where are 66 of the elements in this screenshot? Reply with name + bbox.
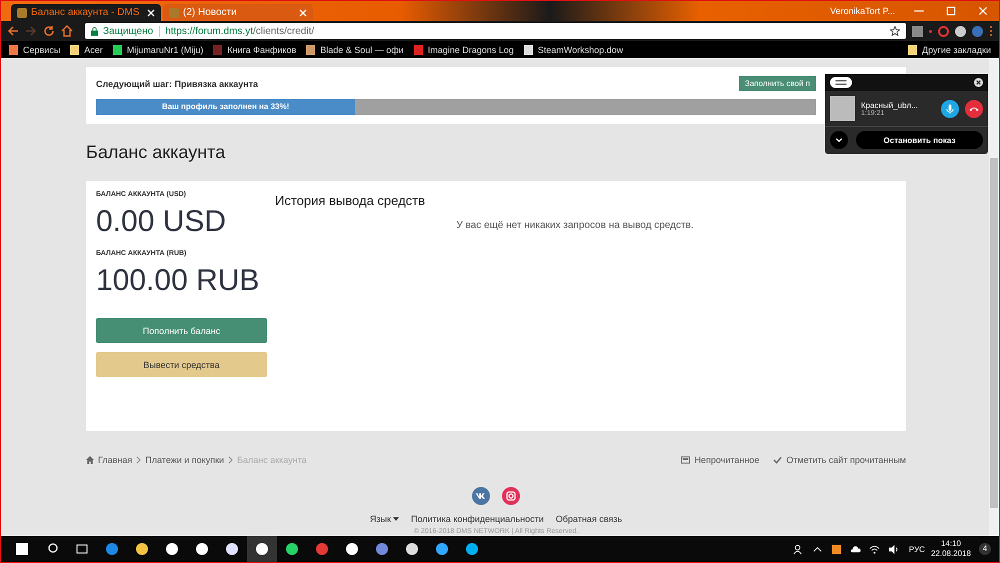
profile-name[interactable]: VeronikaTort P... bbox=[830, 6, 895, 16]
chevron-icon bbox=[136, 456, 142, 464]
caller-name: Красный_ubл... bbox=[861, 100, 919, 110]
bookmark-item[interactable]: MijumaruNr1 (Miju) bbox=[112, 44, 204, 54]
next-step-label: Следующий шаг: Привязка аккаунта bbox=[96, 78, 258, 88]
bookmark-item[interactable]: Blade & Soul — офи bbox=[306, 44, 404, 54]
people-icon[interactable] bbox=[792, 544, 804, 554]
close-icon[interactable] bbox=[974, 78, 983, 87]
avatar-placeholder bbox=[830, 96, 855, 121]
breadcrumb-link[interactable]: Главная bbox=[98, 455, 132, 465]
inbox-icon bbox=[681, 456, 690, 464]
top-up-button[interactable]: Пополнить баланс bbox=[96, 318, 267, 343]
address-field[interactable]: Защищено https://forum.dms.yt/clients/credit/ bbox=[85, 23, 906, 39]
bookmark-folder[interactable]: Другие закладки bbox=[908, 44, 991, 54]
footer-action-link[interactable]: Непрочитанное bbox=[694, 455, 760, 465]
browser-tab[interactable]: (2) Новости bbox=[163, 4, 313, 21]
footer-link[interactable]: Язык bbox=[370, 514, 399, 524]
expand-button[interactable] bbox=[830, 131, 848, 149]
back-arrow-icon[interactable] bbox=[7, 25, 19, 37]
balance-amount: 100.00 RUB bbox=[96, 263, 260, 299]
vk-icon[interactable] bbox=[472, 487, 490, 505]
favicon-icon bbox=[169, 8, 179, 18]
bookmark-item[interactable]: Imagine Dragons Log bbox=[414, 44, 514, 54]
home-icon[interactable] bbox=[61, 25, 73, 37]
notifications-button[interactable]: 4 bbox=[979, 543, 991, 555]
cloud-icon[interactable] bbox=[850, 544, 861, 554]
browser-tab[interactable]: Баланс аккаунта - DMS bbox=[11, 4, 161, 21]
favicon-icon bbox=[17, 8, 27, 18]
progress-label: Ваш профиль заполнен на 33%! bbox=[160, 101, 290, 113]
clock[interactable]: 14:10 22.08.2018 bbox=[930, 539, 971, 559]
language-indicator[interactable]: РУС bbox=[908, 544, 925, 554]
speaker-icon[interactable] bbox=[888, 544, 899, 554]
bookmark-item[interactable]: Acer bbox=[70, 44, 103, 54]
bookmark-item[interactable]: SteamWorkshop.dow bbox=[524, 44, 624, 54]
extension-icon[interactable] bbox=[912, 26, 923, 36]
download-icon[interactable] bbox=[972, 26, 983, 36]
reload-icon[interactable] bbox=[43, 25, 55, 37]
footer-action-link[interactable]: Отметить сайт прочитанным bbox=[786, 455, 906, 465]
tray-app-icon[interactable] bbox=[830, 544, 842, 554]
withdraw-button[interactable]: Вывести средства bbox=[96, 352, 267, 377]
menu-icon[interactable] bbox=[989, 25, 993, 37]
hang-up-button[interactable] bbox=[965, 100, 983, 118]
scrollbar[interactable] bbox=[989, 58, 999, 536]
balance-amount: 0.00 USD bbox=[96, 204, 228, 240]
caret-icon bbox=[392, 517, 399, 521]
page-heading: Баланс аккаунта bbox=[86, 142, 226, 163]
bookmark-item[interactable]: Книга Фанфиков bbox=[213, 44, 296, 54]
target-icon[interactable] bbox=[938, 26, 949, 36]
breadcrumb-link[interactable]: Платежи и покупки bbox=[145, 455, 224, 465]
bookmark-item[interactable]: Сервисы bbox=[9, 44, 60, 54]
wifi-icon[interactable] bbox=[868, 544, 880, 554]
footer-link[interactable]: Политика конфиденциальности bbox=[410, 514, 544, 524]
lock-icon bbox=[91, 26, 98, 36]
home-icon bbox=[86, 456, 94, 464]
extension-icon[interactable] bbox=[955, 26, 966, 36]
stop-sharing-button[interactable]: Остановить показ bbox=[856, 131, 983, 149]
close-icon[interactable] bbox=[147, 8, 155, 16]
instagram-icon[interactable] bbox=[502, 487, 520, 505]
footer-link[interactable]: Обратная связь bbox=[556, 514, 622, 524]
checkmark-icon bbox=[773, 456, 782, 464]
star-icon[interactable] bbox=[890, 26, 900, 36]
history-title: История вывода средств bbox=[275, 193, 426, 208]
chevron-icon bbox=[228, 456, 234, 464]
fill-profile-button[interactable]: Заполнить свой п bbox=[738, 76, 816, 91]
microphone-button[interactable] bbox=[941, 100, 959, 118]
empty-message: У вас ещё нет никаких запросов на вывод средств. bbox=[455, 220, 695, 231]
